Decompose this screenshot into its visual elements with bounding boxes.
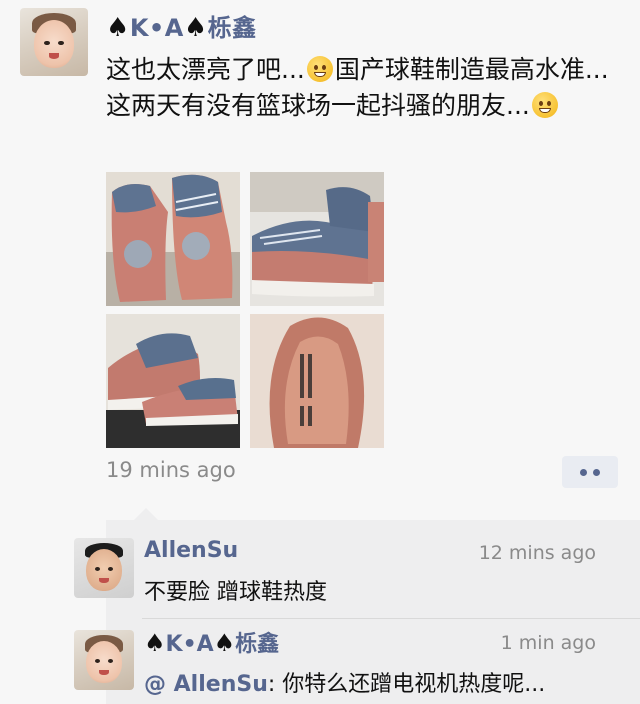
mention-link[interactable]: @ AllenSu — [144, 672, 268, 697]
more-dots-icon — [580, 468, 587, 476]
comment-text: @ AllenSu: 你特么还蹭电视机热度呢... — [144, 672, 546, 697]
grinning-face-emoji-icon — [531, 92, 558, 118]
comment-divider — [142, 618, 640, 619]
spade-icon: ♠ — [213, 629, 236, 657]
commenter-avatar[interactable] — [74, 538, 134, 598]
comment-author-name[interactable]: ♠K•A♠栎鑫 — [144, 626, 279, 658]
spade-icon: ♠ — [106, 13, 130, 43]
comment-timestamp: 12 mins ago — [478, 542, 596, 564]
comment-timestamp: 1 min ago — [500, 632, 596, 654]
post-photo[interactable] — [250, 314, 384, 448]
post-text: 这也太漂亮了吧... 国产球鞋制造最高水准...这两天有没有篮球场一起抖骚的朋友.… — [106, 55, 609, 120]
post-timestamp: 19 mins ago — [106, 458, 236, 482]
spade-icon: ♠ — [144, 629, 166, 657]
post-photo[interactable] — [250, 172, 384, 306]
post-author-avatar[interactable] — [20, 8, 88, 76]
commenter-avatar[interactable] — [74, 630, 134, 690]
pleading-face-emoji-icon — [306, 56, 333, 82]
comment-author-name[interactable]: AllenSu — [144, 538, 238, 563]
post-photo[interactable] — [106, 172, 240, 306]
spade-icon: ♠ — [183, 13, 208, 43]
more-dots-icon — [593, 468, 600, 476]
more-actions-button[interactable] — [562, 456, 618, 488]
post-photo[interactable] — [106, 314, 240, 448]
comment-text: 不要脸 蹭球鞋热度 — [144, 580, 327, 605]
comments-panel: AllenSu 12 mins ago 不要脸 蹭球鞋热度 ♠K•A♠栎鑫 1 … — [74, 508, 640, 704]
post-author-name[interactable]: ♠K•A♠栎鑫 — [106, 8, 257, 43]
moments-post: ♠K•A♠栎鑫 这也太漂亮了吧... 国产球鞋制造最高水准...这两天有没有篮球场… — [0, 0, 640, 520]
